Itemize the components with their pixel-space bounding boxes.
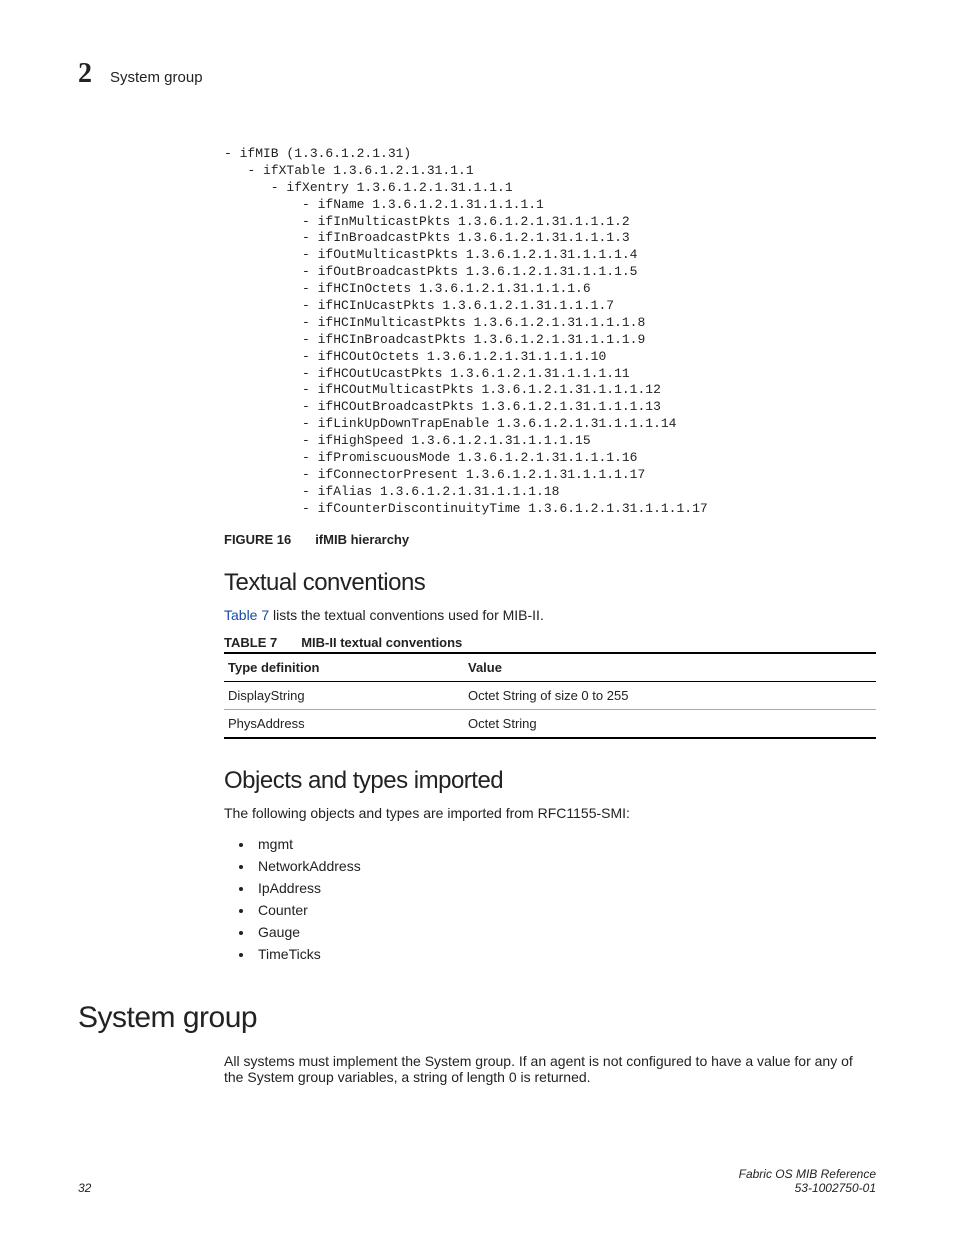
system-group-body: All systems must implement the System gr… bbox=[224, 1053, 876, 1085]
list-item: IpAddress bbox=[254, 877, 876, 899]
page-number: 32 bbox=[78, 1181, 91, 1195]
objects-intro: The following objects and types are impo… bbox=[224, 805, 876, 821]
mib-ii-textual-conventions-table: Type definition Value DisplayStringOctet… bbox=[224, 652, 876, 739]
mib-hierarchy-code: - ifMIB (1.3.6.1.2.1.31) - ifXTable 1.3.… bbox=[224, 146, 876, 518]
heading-textual-conventions: Textual conventions bbox=[224, 569, 876, 597]
table-row: DisplayStringOctet String of size 0 to 2… bbox=[224, 681, 876, 709]
chapter-number: 2 bbox=[78, 58, 92, 90]
figure-caption: FIGURE 16 ifMIB hierarchy bbox=[224, 532, 876, 547]
textual-intro: Table 7 lists the textual conventions us… bbox=[224, 607, 876, 623]
list-item: NetworkAddress bbox=[254, 855, 876, 877]
heading-system-group: System group bbox=[78, 1001, 876, 1035]
table-header-type: Type definition bbox=[224, 653, 464, 682]
list-item: TimeTicks bbox=[254, 943, 876, 965]
table-caption: TABLE 7 MIB-II textual conventions bbox=[224, 635, 876, 650]
table-cell-value: Octet String of size 0 to 255 bbox=[464, 681, 876, 709]
page-header: 2 System group bbox=[78, 58, 876, 90]
list-item: mgmt bbox=[254, 833, 876, 855]
table-cell-type: PhysAddress bbox=[224, 709, 464, 738]
list-item: Counter bbox=[254, 899, 876, 921]
table-title: MIB-II textual conventions bbox=[301, 635, 462, 650]
footer-doc-title: Fabric OS MIB Reference bbox=[739, 1167, 876, 1181]
table-label: TABLE 7 bbox=[224, 635, 277, 650]
running-title: System group bbox=[110, 69, 203, 86]
table-cell-value: Octet String bbox=[464, 709, 876, 738]
figure-label: FIGURE 16 bbox=[224, 532, 291, 547]
list-item: Gauge bbox=[254, 921, 876, 943]
table-row: PhysAddressOctet String bbox=[224, 709, 876, 738]
table-cell-type: DisplayString bbox=[224, 681, 464, 709]
footer-doc-number: 53-1002750-01 bbox=[795, 1181, 876, 1195]
table-header-value: Value bbox=[464, 653, 876, 682]
textual-intro-rest: lists the textual conventions used for M… bbox=[269, 607, 544, 623]
table-7-link[interactable]: Table 7 bbox=[224, 607, 269, 623]
figure-title: ifMIB hierarchy bbox=[315, 532, 409, 547]
page-footer: 32 Fabric OS MIB Reference 53-1002750-01 bbox=[78, 1167, 876, 1195]
imported-objects-list: mgmtNetworkAddressIpAddressCounterGaugeT… bbox=[254, 833, 876, 965]
heading-objects-imported: Objects and types imported bbox=[224, 767, 876, 795]
